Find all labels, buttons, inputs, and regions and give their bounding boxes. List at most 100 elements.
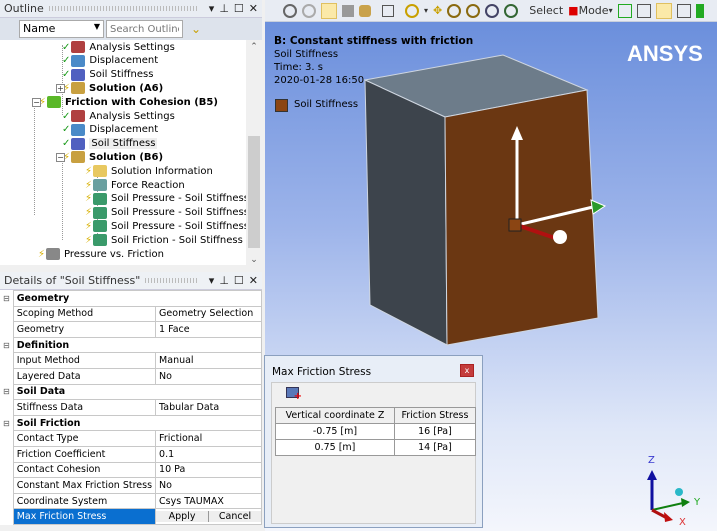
close-icon[interactable]: ✕	[249, 274, 258, 287]
maximize-icon[interactable]: ☐	[234, 274, 244, 287]
property-value[interactable]: No	[155, 477, 262, 494]
group-header[interactable]: ⊟ Geometry	[0, 290, 263, 307]
tree-item[interactable]: ⚡ Soil Friction - Soil Stiffness	[85, 233, 243, 247]
box-left-face	[364, 79, 448, 346]
group-header[interactable]: ⊟ Definition	[0, 336, 263, 354]
tree-item[interactable]: ⚡ Solution (B6)	[63, 150, 163, 164]
add-row-icon[interactable]: +	[286, 387, 302, 402]
info-icon	[93, 165, 108, 178]
tree-scrollbar[interactable]: ⌃ ⌄	[246, 40, 262, 265]
user-result-icon	[93, 220, 108, 233]
property-row[interactable]: Scoping Method Geometry Selection	[0, 305, 262, 323]
rotate-dropdown-icon[interactable]: ▾	[424, 6, 428, 15]
column-header[interactable]: Vertical coordinate Z	[275, 407, 395, 424]
select-vertex-icon[interactable]	[636, 3, 651, 18]
property-value[interactable]: 1 Face	[155, 321, 262, 338]
group-header[interactable]: ⊟ Soil Friction	[0, 414, 263, 432]
property-row[interactable]: Contact Type Frictional	[0, 430, 262, 447]
select-node-icon[interactable]	[695, 3, 704, 18]
search-input[interactable]	[106, 20, 183, 38]
property-value[interactable]: 0.1	[155, 445, 262, 463]
collapse-icon[interactable]: ⊟	[0, 415, 14, 431]
property-row[interactable]: Max Friction Stress Apply Cancel	[0, 508, 262, 525]
tree-item[interactable]: ✓ Displacement	[62, 54, 158, 68]
zoom-to-fit-icon[interactable]	[283, 3, 297, 18]
close-icon[interactable]: ✕	[249, 2, 258, 15]
triad-z-label: Z	[648, 455, 655, 466]
zoom-box-icon[interactable]	[302, 3, 316, 18]
dropdown-icon[interactable]: ▾	[209, 2, 215, 15]
tree-item[interactable]: ✓ Analysis Settings	[62, 40, 175, 54]
tree-item-label: Force Reaction	[111, 179, 185, 191]
property-value[interactable]: Csys TAUMAX	[155, 492, 262, 510]
property-name: Contact Type	[12, 430, 157, 447]
property-value[interactable]: No	[155, 367, 262, 385]
property-row[interactable]: Contact Cohesion 10 Pa	[0, 461, 262, 479]
dropdown-icon[interactable]: ▾	[209, 274, 215, 287]
property-value[interactable]: Frictional	[155, 430, 262, 447]
tree-item[interactable]: ⚡ Friction with Cohesion (B5)	[39, 95, 218, 109]
show-mesh-icon[interactable]	[359, 4, 371, 17]
apply-button[interactable]: Apply	[156, 511, 210, 523]
cell[interactable]: 0.75 [m]	[275, 439, 395, 456]
group-header[interactable]: ⊟ Soil Data	[0, 383, 263, 401]
lightning-status-icon: ⚡	[85, 179, 93, 191]
tree-item[interactable]: ⚡ Solution (A6)	[63, 81, 163, 95]
property-row[interactable]: Constant Max Friction Stress No	[0, 477, 262, 494]
property-row[interactable]: Coordinate System Csys TAUMAX	[0, 492, 262, 510]
mode-button[interactable]: ■ Mode ▾	[568, 4, 612, 17]
expand-icon[interactable]: +	[56, 84, 65, 94]
property-value[interactable]: Manual	[155, 352, 262, 369]
solid-view-icon[interactable]	[321, 2, 337, 19]
cell[interactable]: 16 [Pa]	[393, 423, 477, 440]
group-label: Soil Friction	[12, 414, 263, 432]
collapse-icon[interactable]: ⊟	[0, 290, 14, 307]
wireframe-icon[interactable]	[342, 4, 354, 17]
property-row[interactable]: Input Method Manual	[0, 352, 262, 369]
zoom-selection-icon[interactable]	[504, 3, 519, 18]
tree-item[interactable]: ✓ Analysis Settings	[62, 109, 175, 123]
collapse-icon[interactable]: −	[56, 153, 65, 163]
zoom-in-icon[interactable]	[466, 3, 481, 18]
collapse-icon[interactable]: ⊟	[0, 384, 14, 400]
pan-icon[interactable]: ✥	[433, 4, 442, 17]
property-row[interactable]: Geometry 1 Face	[0, 321, 262, 338]
tree-item[interactable]: ⚡ Pressure vs. Friction	[38, 247, 164, 261]
tree-item[interactable]: ✓ Soil Stiffness	[62, 68, 153, 82]
cell[interactable]: 14 [Pa]	[393, 439, 477, 456]
property-value[interactable]: Tabular Data	[155, 399, 262, 416]
property-row[interactable]: Friction Coefficient 0.1	[0, 445, 262, 463]
cell[interactable]: -0.75 [m]	[275, 423, 395, 440]
select-label[interactable]: Select	[529, 4, 563, 17]
tree-item[interactable]: ⚡ Soil Pressure - Soil Stiffness 1	[85, 192, 259, 206]
filter-chevron-icon[interactable]: ⌄	[191, 22, 201, 36]
tree-item[interactable]: ✓ Soil Stiffness	[62, 137, 158, 151]
tree-item[interactable]: ⚡ Solution Information	[85, 164, 213, 178]
tree-item[interactable]: ✓ Displacement	[62, 123, 158, 137]
column-header[interactable]: Friction Stress	[393, 407, 477, 424]
rotate-icon[interactable]	[405, 3, 419, 18]
property-value[interactable]: Geometry Selection	[155, 305, 262, 323]
property-row[interactable]: Stiffness Data Tabular Data	[0, 399, 262, 416]
pin-icon[interactable]: ⊥	[219, 274, 229, 287]
pin-icon[interactable]: ⊥	[219, 2, 229, 15]
filter-select[interactable]: Name ▼	[19, 20, 104, 38]
dialog-close-button[interactable]: x	[460, 364, 474, 377]
property-value[interactable]: 10 Pa	[155, 461, 262, 479]
check-status-icon: ✓	[62, 138, 71, 150]
views-icon[interactable]	[382, 4, 394, 17]
select-mode-icon[interactable]	[617, 3, 632, 18]
maximize-icon[interactable]: ☐	[234, 2, 244, 15]
zoom-icon[interactable]	[447, 3, 462, 18]
tree-item[interactable]: ⚡ Force Reaction	[85, 178, 185, 192]
zoom-fit-icon[interactable]	[485, 3, 500, 18]
tree-item[interactable]: ⚡ Soil Pressure - Soil Stiffness 3	[85, 219, 259, 233]
cancel-button[interactable]: Cancel	[209, 511, 262, 523]
tree-item[interactable]: ⚡ Soil Pressure - Soil Stiffness 2	[85, 206, 259, 220]
property-row[interactable]: Layered Data No	[0, 367, 262, 385]
outline-header: Outline ▾ ⊥ ☐ ✕	[0, 0, 262, 18]
collapse-icon[interactable]: −	[32, 98, 41, 108]
select-face-icon[interactable]	[655, 2, 672, 19]
collapse-icon[interactable]: ⊟	[0, 337, 14, 353]
select-body-icon[interactable]	[676, 3, 691, 18]
